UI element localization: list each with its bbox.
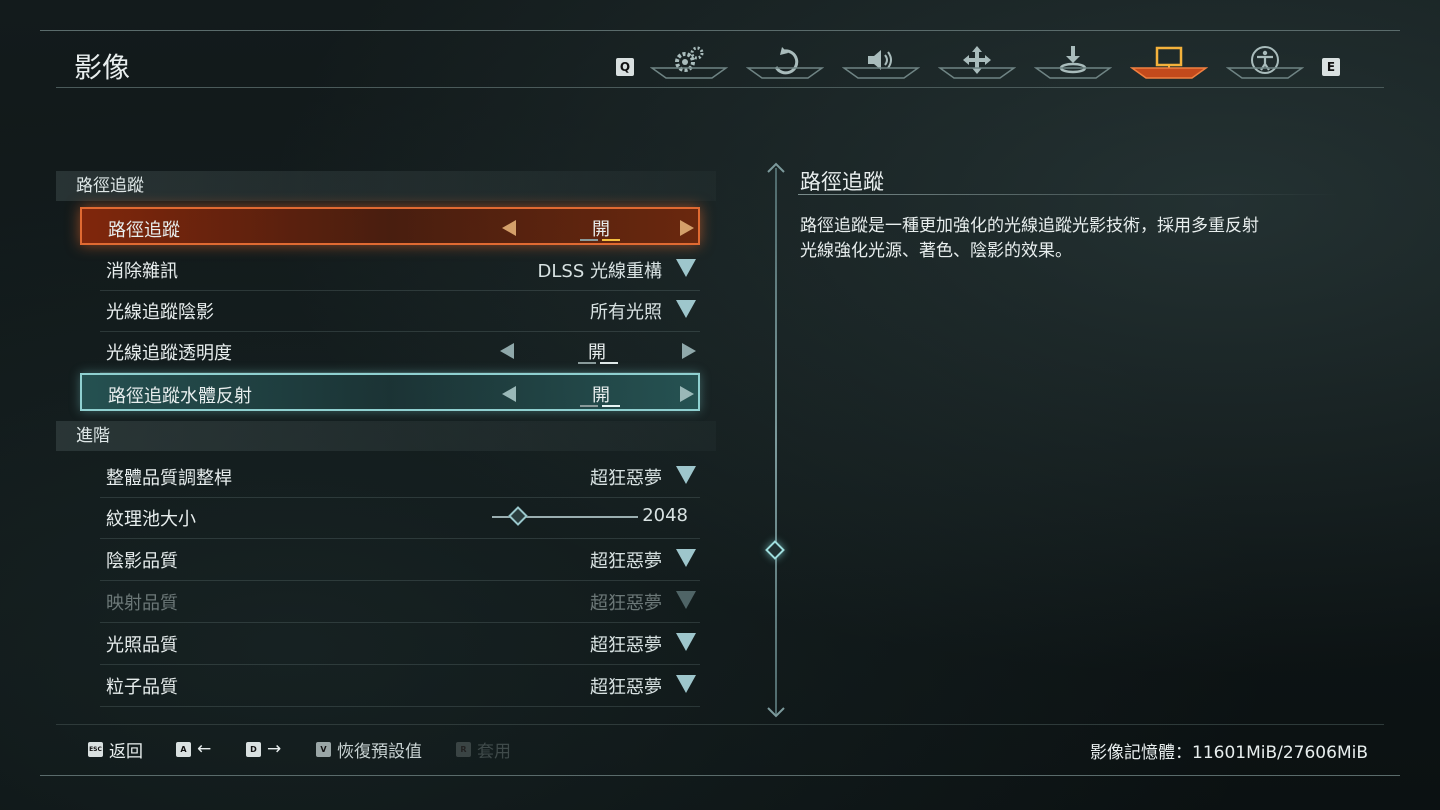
top-frame-line [40,30,1400,31]
option-indicator [578,362,622,364]
option-indicator [580,239,624,241]
description-text: 路徑追蹤是一種更加強化的光線追蹤光影技術，採用多重反射光線強化光源、著色、陰影的… [800,216,1259,261]
tab-audio[interactable] [842,40,920,80]
back-button[interactable]: ESC 返回 [88,737,143,762]
reset-defaults-button[interactable]: V 恢復預設值 [316,737,422,762]
tab-install[interactable] [1034,40,1112,80]
page-title: 影像 [74,51,131,84]
next-tab-key[interactable]: E [1322,58,1340,76]
setting-label: 整體品質調整桿 [106,468,232,489]
setting-value: 超狂惡夢 [590,551,662,572]
dropdown-arrow-icon[interactable] [676,259,696,277]
tab-controls[interactable] [746,40,824,80]
setting-label: 陰影品質 [106,551,178,572]
section-header-path-tracing: 路徑追蹤 [56,171,716,201]
setting-row-particle-quality[interactable]: 粒子品質 超狂惡夢 [80,666,700,707]
setting-row-overall-quality[interactable]: 整體品質調整桿 超狂惡夢 [80,457,700,498]
setting-row-lighting-quality[interactable]: 光照品質 超狂惡夢 [80,624,700,665]
setting-row-shadow-quality[interactable]: 陰影品質 超狂惡夢 [80,540,700,581]
header-divider [56,87,1384,88]
option-indicator [580,405,624,407]
tab-general[interactable] [650,40,728,80]
nav-left-button[interactable]: A ← [176,737,211,761]
slider-handle[interactable] [508,506,529,526]
a-key-icon: A [176,741,191,757]
tab-accessibility[interactable] [1226,40,1304,80]
setting-label: 消除雜訊 [106,261,178,282]
setting-row-path-tracing[interactable]: 路徑追蹤 開 [80,207,700,245]
apply-label: 套用 [477,741,511,762]
setting-value: 開 [592,219,610,240]
setting-row-rt-transparency[interactable]: 光線追蹤透明度 開 [80,332,700,373]
prev-tab-key[interactable]: Q [616,58,634,76]
setting-value: 超狂惡夢 [590,677,662,698]
arrow-left-icon[interactable] [502,220,516,236]
setting-value: 開 [592,385,610,406]
reset-label: 恢復預設值 [337,741,422,762]
dropdown-arrow-icon[interactable] [676,549,696,567]
d-key-icon: D [246,741,261,757]
arrow-right-icon[interactable] [680,220,694,236]
setting-row-rt-shadows[interactable]: 光線追蹤陰影 所有光照 [80,291,700,332]
setting-value: DLSS 光線重構 [537,261,662,282]
setting-label: 路徑追蹤 [108,220,180,241]
setting-label: 紋理池大小 [106,509,196,530]
setting-row-water-reflections[interactable]: 路徑追蹤水體反射 開 [80,373,700,411]
scrollbar-thumb[interactable] [765,540,785,560]
setting-label: 光線追蹤陰影 [106,302,214,323]
dropdown-arrow-icon[interactable] [676,300,696,318]
scrollbar-track[interactable] [775,168,777,716]
dropdown-arrow-icon[interactable] [676,466,696,484]
arrow-right-icon[interactable] [682,343,696,359]
left-arrow-label: ← [197,739,212,759]
section-header-advanced: 進階 [56,421,716,451]
dropdown-arrow-icon [676,591,696,609]
setting-row-denoiser[interactable]: 消除雜訊 DLSS 光線重構 [80,250,700,291]
video-memory-readout: 影像記憶體：11601MiB/27606MiB [1090,743,1368,763]
right-arrow-label: → [267,739,282,759]
arrow-left-icon[interactable] [500,343,514,359]
nav-right-button[interactable]: D → [246,737,281,761]
setting-value: 超狂惡夢 [590,593,662,614]
setting-label: 光線追蹤透明度 [106,343,232,364]
setting-label: 粒子品質 [106,677,178,698]
setting-row-texture-pool[interactable]: 紋理池大小 2048 [80,498,700,539]
setting-label: 映射品質 [106,593,178,614]
setting-value: 2048 [642,505,688,526]
arrow-left-icon[interactable] [502,386,516,402]
setting-value: 超狂惡夢 [590,635,662,656]
r-key-icon: R [456,741,471,757]
bottom-frame-line [40,775,1400,776]
description-divider [798,194,1338,195]
setting-label: 光照品質 [106,635,178,656]
scroll-up-icon[interactable] [766,160,786,174]
dropdown-arrow-icon[interactable] [676,675,696,693]
setting-value: 超狂惡夢 [590,468,662,489]
setting-row-reflection-quality: 映射品質 超狂惡夢 [80,582,700,623]
setting-value: 開 [588,342,606,363]
dropdown-arrow-icon[interactable] [676,633,696,651]
description-title: 路徑追蹤 [800,170,884,194]
setting-label: 路徑追蹤水體反射 [108,386,252,407]
tab-display[interactable] [1130,40,1208,80]
v-key-icon: V [316,741,331,757]
tab-hud[interactable] [938,40,1016,80]
setting-value: 所有光照 [590,302,662,323]
footer-divider [56,724,1384,725]
esc-key-icon: ESC [88,741,103,757]
apply-button: R 套用 [456,737,511,762]
arrow-right-icon[interactable] [680,386,694,402]
back-label: 返回 [109,741,143,762]
scroll-down-icon[interactable] [766,706,786,720]
